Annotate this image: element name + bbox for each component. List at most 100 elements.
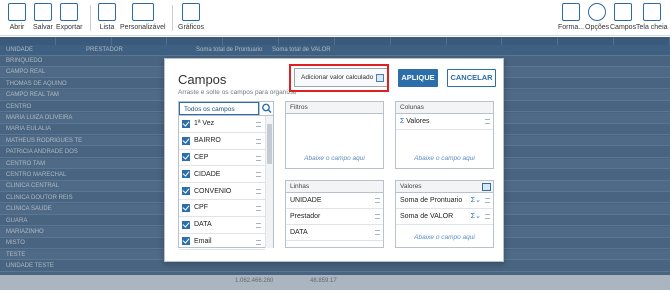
values-title-label: Valores — [400, 183, 422, 190]
checkbox[interactable] — [182, 187, 190, 196]
checkbox[interactable] — [182, 203, 190, 212]
values-placeholder: Abaixe o campo aqui — [414, 234, 475, 241]
values-item-valor[interactable]: Soma de VALOR Σ⌄ — [396, 209, 493, 225]
export-icon — [60, 3, 79, 21]
rows-item-data[interactable]: DATA — [286, 225, 383, 241]
apply-button[interactable]: APLIQUE — [398, 69, 438, 87]
field-item[interactable]: CONVENIO — [179, 183, 265, 200]
format-label: Forma... — [558, 24, 585, 31]
open-button[interactable]: Abrir — [8, 3, 26, 31]
rows-item-unidade[interactable]: UNIDADE — [286, 193, 383, 209]
values-item-label: Soma de Prontuario — [400, 197, 463, 204]
toolbar-divider — [172, 5, 173, 31]
dialog-subtitle: Arraste e solte os campos para organizar — [178, 89, 297, 96]
values-title: Valores — [396, 181, 493, 193]
save-label: Salvar — [33, 24, 53, 31]
sigma-icon: Σ — [400, 118, 405, 125]
columns-dropzone[interactable]: Colunas Σ Valores Abaixe o campo aqui — [395, 101, 494, 169]
field-label: CONVENIO — [194, 187, 232, 195]
rows-item-prestador[interactable]: Prestador — [286, 209, 383, 225]
drag-handle-icon[interactable] — [256, 189, 261, 195]
rows-item-label: DATA — [290, 229, 308, 236]
drag-handle-icon[interactable] — [485, 214, 490, 219]
drag-handle-icon[interactable] — [485, 198, 490, 203]
field-label: CIDADE — [194, 170, 221, 178]
list-label: Lista — [99, 24, 115, 31]
checkbox[interactable] — [182, 136, 190, 145]
fields-scrollbar[interactable] — [265, 116, 273, 248]
filters-placeholder: Abaixe o campo aqui — [304, 155, 365, 162]
field-label: CPF — [194, 204, 208, 212]
export-label: Exportar — [56, 24, 83, 31]
charts-button[interactable]: Gráficos — [178, 3, 204, 31]
checkbox[interactable] — [182, 237, 190, 246]
drag-handle-icon[interactable] — [375, 230, 380, 235]
field-item[interactable]: BAIRRO — [179, 133, 265, 150]
bar-chart-icon — [182, 3, 201, 21]
columns-item-label: Valores — [406, 118, 430, 125]
scrollbar-thumb[interactable] — [267, 124, 272, 164]
filters-dropzone[interactable]: Filtros Abaixe o campo aqui — [285, 101, 384, 169]
list-button[interactable]: Lista — [98, 3, 116, 31]
drag-handle-icon[interactable] — [485, 119, 490, 124]
search-icon — [262, 103, 272, 114]
fullscreen-button[interactable]: Tela cheia — [636, 3, 668, 31]
field-label: Email — [194, 237, 212, 245]
checkbox[interactable] — [182, 153, 190, 162]
customizable-label: Personalizável — [120, 24, 166, 31]
field-item[interactable]: CPF — [179, 200, 265, 217]
save-button[interactable]: Salvar — [33, 3, 53, 31]
field-label: DATA — [194, 221, 212, 229]
values-item-prontuario[interactable]: Soma de Prontuario Σ⌄ — [396, 193, 493, 209]
field-label: 1ª Vez — [194, 120, 215, 128]
cancel-button[interactable]: CANCELAR — [447, 69, 496, 87]
checkbox[interactable] — [182, 170, 190, 179]
export-button[interactable]: Exportar — [56, 3, 82, 31]
charts-label: Gráficos — [178, 24, 205, 31]
field-item[interactable]: CEP — [179, 150, 265, 167]
fields-label: Campos — [610, 24, 637, 31]
field-item[interactable]: 1ª Vez — [179, 116, 265, 133]
search-button[interactable] — [259, 102, 273, 115]
sigma-icon[interactable]: Σ⌄ — [471, 209, 481, 225]
all-fields-title[interactable]: Todos os campos — [179, 102, 259, 115]
field-item[interactable]: CIDADE — [179, 166, 265, 184]
rows-item-label: UNIDADE — [290, 197, 322, 204]
drag-handle-icon[interactable] — [256, 122, 261, 127]
format-edit-icon — [562, 3, 581, 21]
drag-handle-icon[interactable] — [256, 222, 261, 228]
values-dropzone[interactable]: Valores Soma de Prontuario Σ⌄ Soma de VA… — [395, 180, 494, 248]
gear-icon — [588, 3, 607, 21]
rows-title: Linhas — [286, 181, 383, 193]
drag-handle-icon[interactable] — [375, 214, 380, 219]
folder-open-icon — [8, 3, 26, 21]
checkbox[interactable] — [182, 220, 190, 229]
sigma-icon[interactable]: Σ⌄ — [471, 193, 481, 209]
columns-item-valores[interactable]: Σ Valores — [396, 114, 493, 130]
field-item[interactable]: DATA — [179, 217, 265, 234]
all-fields-list: Todos os campos 1ª Vez BAIRRO CEP CIDADE CON… — [178, 101, 274, 251]
drag-handle-icon[interactable] — [256, 155, 261, 161]
rows-dropzone[interactable]: Linhas UNIDADE Prestador DATA — [285, 180, 384, 248]
fullscreen-icon — [642, 3, 661, 21]
drag-handle-icon[interactable] — [256, 205, 261, 211]
format-button[interactable]: Forma... — [558, 3, 584, 31]
values-settings-icon[interactable] — [482, 183, 491, 191]
dialog-title: Campos — [178, 72, 227, 87]
drag-handle-icon[interactable] — [375, 198, 380, 203]
rows-item-label: Prestador — [290, 213, 321, 220]
fields-button[interactable]: Campos — [610, 3, 636, 31]
customizable-button[interactable]: Personalizável — [120, 3, 166, 31]
field-label: BAIRRO — [194, 137, 221, 145]
toolbar-divider — [90, 5, 91, 31]
drag-handle-icon[interactable] — [256, 138, 261, 144]
drag-handle-icon[interactable] — [256, 172, 261, 178]
monitor-icon — [131, 3, 154, 21]
options-button[interactable]: Opções — [585, 3, 609, 31]
toolbar: Abrir Salvar Exportar Lista Personalizáv… — [0, 0, 670, 36]
checkbox[interactable] — [182, 119, 190, 128]
field-item[interactable]: Email — [179, 234, 265, 251]
drag-handle-icon[interactable] — [256, 239, 261, 245]
field-label: CEP — [194, 153, 209, 161]
columns-title: Colunas — [396, 102, 493, 114]
